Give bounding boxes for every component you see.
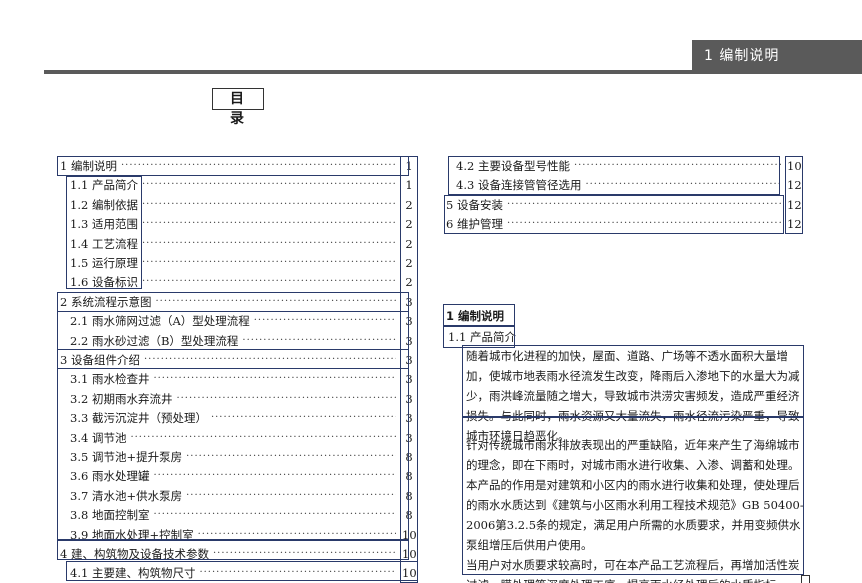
- outline-box: [57, 156, 409, 176]
- outline-box: [57, 540, 409, 560]
- paragraph-box: [462, 417, 804, 575]
- header-rule: [44, 70, 862, 74]
- outline-box: [66, 561, 418, 581]
- paragraph-box: [462, 345, 804, 417]
- toc-leader-dots: ········································…: [141, 218, 396, 230]
- section-heading-box: [443, 304, 515, 326]
- toc-leader-dots: ········································…: [141, 237, 396, 249]
- toc-leader-dots: ········································…: [141, 257, 396, 268]
- outline-box: [57, 292, 409, 312]
- corner-mark: [801, 575, 810, 583]
- outline-box: [448, 156, 780, 195]
- outline-box: [444, 195, 784, 234]
- page-number-box: [400, 156, 418, 583]
- outline-box: [66, 176, 142, 289]
- section-tab: 1 编制说明: [692, 40, 862, 72]
- toc-leader-dots: ········································…: [141, 276, 396, 288]
- page-number-box: [785, 156, 803, 234]
- toc-title: 目 录: [212, 88, 264, 127]
- outline-box: [57, 311, 409, 350]
- toc-leader-dots: ········································…: [141, 179, 396, 191]
- outline-box: [57, 368, 409, 540]
- toc-leader-dots: ········································…: [141, 198, 396, 210]
- outline-box: [57, 349, 409, 369]
